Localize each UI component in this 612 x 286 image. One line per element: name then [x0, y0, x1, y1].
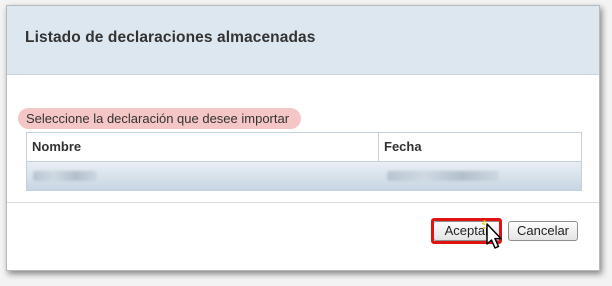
declarations-table: Nombre Fecha	[26, 132, 582, 191]
table-header: Nombre Fecha	[27, 133, 581, 162]
cell-nombre-redacted	[33, 171, 97, 181]
footer-divider	[7, 202, 599, 203]
import-dialog: Listado de declaraciones almacenadas Sel…	[6, 5, 600, 271]
accept-button[interactable]: Aceptar	[433, 221, 501, 241]
column-header-fecha[interactable]: Fecha	[384, 133, 422, 161]
dialog-title: Listado de declaraciones almacenadas	[25, 29, 316, 46]
instruction-text: Seleccione la declaración que desee impo…	[18, 108, 302, 129]
column-header-nombre[interactable]: Nombre	[32, 133, 81, 161]
column-divider	[378, 133, 379, 161]
cell-fecha-redacted	[387, 171, 499, 181]
table-row[interactable]	[27, 162, 581, 190]
cancel-button[interactable]: Cancelar	[508, 221, 578, 241]
dialog-titlebar: Listado de declaraciones almacenadas	[7, 6, 599, 75]
